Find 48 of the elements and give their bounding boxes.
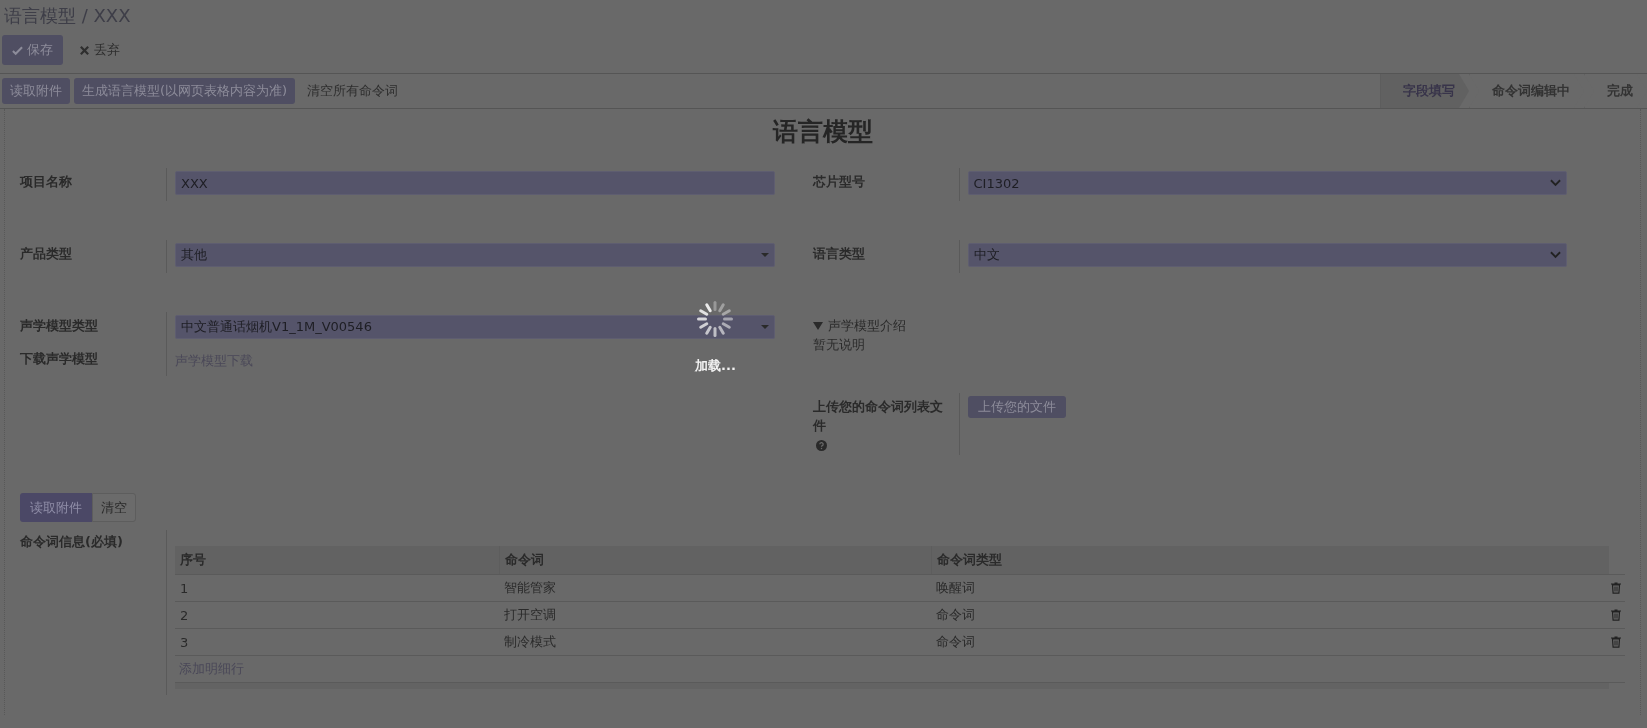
field-label: 语言类型 xyxy=(812,245,865,263)
command-button[interactable]: 读取附件 xyxy=(20,493,92,523)
chevron-icon xyxy=(1550,179,1561,187)
toolbar-link[interactable]: 清空所有命令词 xyxy=(299,78,407,104)
discard-button[interactable]: 丢弃 xyxy=(71,37,128,63)
triangle-down-icon xyxy=(812,321,823,332)
field-label: 下载声学模型 xyxy=(20,350,98,368)
check-icon xyxy=(12,44,23,56)
select-field[interactable]: 中文普通话烟机V1_1M_V00546 xyxy=(175,315,775,339)
table-cell: 命令词 xyxy=(936,607,975,623)
table-cell: 命令词 xyxy=(936,634,975,650)
caret-icon xyxy=(760,324,769,330)
column-header: 命令词 xyxy=(499,546,931,575)
field-label: 命令词信息(必填) xyxy=(20,533,123,552)
chevron-icon xyxy=(1550,251,1561,259)
select-field[interactable]: CI1302 xyxy=(967,171,1567,195)
loading-text: 加载... xyxy=(695,357,736,375)
select-field[interactable]: 其他 xyxy=(175,243,775,267)
spinner-icon xyxy=(695,299,736,339)
help-icon xyxy=(815,439,827,451)
table-cell: 智能管家 xyxy=(504,580,556,596)
trash-icon[interactable] xyxy=(1611,636,1621,649)
input-field[interactable]: XXX xyxy=(175,171,775,195)
field-label: 项目名称 xyxy=(20,173,72,191)
close-icon xyxy=(79,44,90,56)
field-label: 产品类型 xyxy=(20,245,72,263)
select-field[interactable]: 中文 xyxy=(967,243,1567,267)
toolbar-button[interactable]: 读取附件 xyxy=(2,78,70,104)
caret-icon xyxy=(760,252,769,258)
field-label: 芯片型号 xyxy=(812,173,865,191)
table-cell: 制冷模式 xyxy=(504,634,556,650)
table-cell: 打开空调 xyxy=(504,607,556,623)
command-button[interactable]: 清空 xyxy=(92,493,136,523)
trash-icon[interactable] xyxy=(1611,609,1621,622)
table-cell: 2 xyxy=(180,607,189,623)
column-header: 序号 xyxy=(179,551,207,570)
column-header: 命令词类型 xyxy=(931,546,1609,575)
details-summary[interactable]: 声学模型介绍 xyxy=(812,317,1567,336)
table-cell: 3 xyxy=(180,634,189,650)
trash-icon[interactable] xyxy=(1611,582,1621,595)
table-cell: 1 xyxy=(180,580,189,596)
description-text: 暂无说明 xyxy=(812,335,866,354)
field-label: 声学模型类型 xyxy=(20,317,98,335)
field-label: 上传您的命令词列表文件 xyxy=(812,397,944,436)
save-button[interactable]: 保存 xyxy=(2,35,63,65)
upload-button[interactable]: 上传您的文件 xyxy=(967,395,1066,418)
form-title: 语言模型 xyxy=(771,116,874,148)
table-cell: 唤醒词 xyxy=(936,580,975,596)
